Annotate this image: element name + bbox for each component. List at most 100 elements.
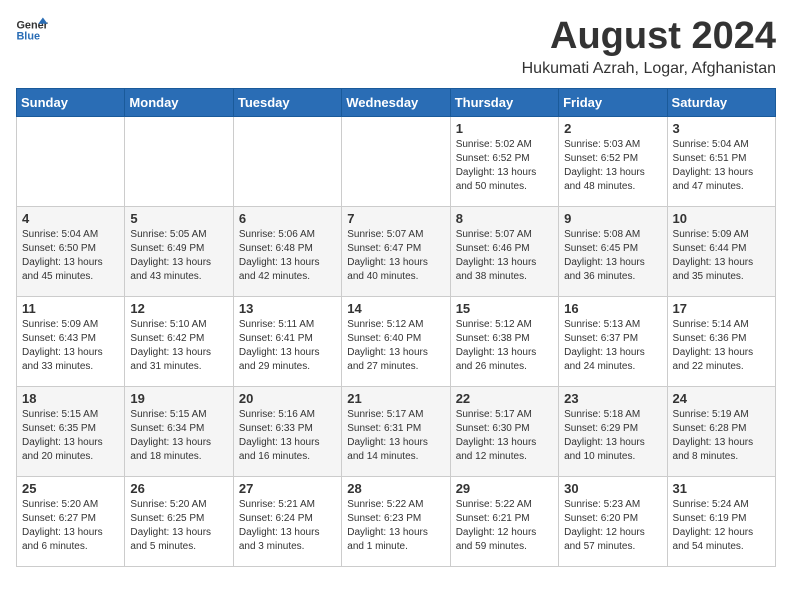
logo-icon: General Blue <box>16 16 48 44</box>
cell-info-text: Sunrise: 5:02 AMSunset: 6:52 PMDaylight:… <box>456 138 553 194</box>
cell-info-text: Sunrise: 5:08 AMSunset: 6:45 PMDaylight:… <box>564 228 661 284</box>
cell-day-number: 26 <box>130 481 227 496</box>
cell-day-number: 24 <box>673 391 770 406</box>
calendar-cell: 18 Sunrise: 5:15 AMSunset: 6:35 PMDayligh… <box>17 386 125 476</box>
cell-info-text: Sunrise: 5:06 AMSunset: 6:48 PMDaylight:… <box>239 228 336 284</box>
cell-info-text: Sunrise: 5:10 AMSunset: 6:42 PMDaylight:… <box>130 318 227 374</box>
cell-day-number: 7 <box>347 211 444 226</box>
calendar-cell: 24 Sunrise: 5:19 AMSunset: 6:28 PMDayligh… <box>667 386 775 476</box>
cell-day-number: 31 <box>673 481 770 496</box>
calendar-week-row: 4Sunrise: 5:04 AMSunset: 6:50 PMDaylight… <box>17 206 776 296</box>
calendar-cell: 27 Sunrise: 5:21 AMSunset: 6:24 PMDayligh… <box>233 476 341 566</box>
weekday-header-row: SundayMondayTuesdayWednesdayThursdayFrid… <box>17 88 776 116</box>
cell-day-number: 21 <box>347 391 444 406</box>
weekday-header-sunday: Sunday <box>17 88 125 116</box>
calendar-cell: 8 Sunrise: 5:07 AMSunset: 6:46 PMDaylight… <box>450 206 558 296</box>
cell-info-text: Sunrise: 5:18 AMSunset: 6:29 PMDaylight:… <box>564 408 661 464</box>
calendar-cell: 30 Sunrise: 5:23 AMSunset: 6:20 PMDayligh… <box>559 476 667 566</box>
cell-day-number: 3 <box>673 121 770 136</box>
cell-info-text: Sunrise: 5:13 AMSunset: 6:37 PMDaylight:… <box>564 318 661 374</box>
cell-info-text: Sunrise: 5:17 AMSunset: 6:31 PMDaylight:… <box>347 408 444 464</box>
cell-day-number: 23 <box>564 391 661 406</box>
cell-day-number: 6 <box>239 211 336 226</box>
weekday-header-monday: Monday <box>125 88 233 116</box>
cell-day-number: 14 <box>347 301 444 316</box>
cell-info-text: Sunrise: 5:19 AMSunset: 6:28 PMDaylight:… <box>673 408 770 464</box>
calendar-cell: 28 Sunrise: 5:22 AMSunset: 6:23 PMDayligh… <box>342 476 450 566</box>
cell-info-text: Sunrise: 5:15 AMSunset: 6:34 PMDaylight:… <box>130 408 227 464</box>
cell-info-text: Sunrise: 5:22 AMSunset: 6:23 PMDaylight:… <box>347 498 444 554</box>
cell-info-text: Sunrise: 5:12 AMSunset: 6:38 PMDaylight:… <box>456 318 553 374</box>
logo: General Blue <box>16 16 48 44</box>
calendar-cell: 5Sunrise: 5:05 AMSunset: 6:49 PMDaylight… <box>125 206 233 296</box>
weekday-header-friday: Friday <box>559 88 667 116</box>
calendar-cell: 17 Sunrise: 5:14 AMSunset: 6:36 PMDayligh… <box>667 296 775 386</box>
calendar-cell: 20Sunrise: 5:16 AMSunset: 6:33 PMDayligh… <box>233 386 341 476</box>
cell-info-text: Sunrise: 5:23 AMSunset: 6:20 PMDaylight:… <box>564 498 661 554</box>
cell-info-text: Sunrise: 5:20 AMSunset: 6:27 PMDaylight:… <box>22 498 119 554</box>
weekday-header-thursday: Thursday <box>450 88 558 116</box>
calendar-cell: 12Sunrise: 5:10 AMSunset: 6:42 PMDayligh… <box>125 296 233 386</box>
calendar-cell <box>233 116 341 206</box>
cell-day-number: 15 <box>456 301 553 316</box>
calendar-cell: 10 Sunrise: 5:09 AMSunset: 6:44 PMDayligh… <box>667 206 775 296</box>
calendar-cell: 1 Sunrise: 5:02 AMSunset: 6:52 PMDaylight… <box>450 116 558 206</box>
cell-day-number: 11 <box>22 301 119 316</box>
cell-day-number: 25 <box>22 481 119 496</box>
calendar-cell: 26 Sunrise: 5:20 AMSunset: 6:25 PMDayligh… <box>125 476 233 566</box>
weekday-header-saturday: Saturday <box>667 88 775 116</box>
calendar-cell: 6 Sunrise: 5:06 AMSunset: 6:48 PMDaylight… <box>233 206 341 296</box>
cell-day-number: 22 <box>456 391 553 406</box>
cell-info-text: Sunrise: 5:16 AMSunset: 6:33 PMDaylight:… <box>239 408 336 464</box>
cell-info-text: Sunrise: 5:15 AMSunset: 6:35 PMDaylight:… <box>22 408 119 464</box>
cell-info-text: Sunrise: 5:20 AMSunset: 6:25 PMDaylight:… <box>130 498 227 554</box>
calendar-week-row: 1 Sunrise: 5:02 AMSunset: 6:52 PMDaylight… <box>17 116 776 206</box>
calendar-week-row: 18 Sunrise: 5:15 AMSunset: 6:35 PMDayligh… <box>17 386 776 476</box>
calendar-cell: 7 Sunrise: 5:07 AMSunset: 6:47 PMDaylight… <box>342 206 450 296</box>
svg-text:Blue: Blue <box>16 30 40 42</box>
page-subtitle: Hukumati Azrah, Logar, Afghanistan <box>522 60 776 78</box>
calendar-cell: 3Sunrise: 5:04 AMSunset: 6:51 PMDaylight… <box>667 116 775 206</box>
cell-info-text: Sunrise: 5:09 AMSunset: 6:44 PMDaylight:… <box>673 228 770 284</box>
cell-info-text: Sunrise: 5:12 AMSunset: 6:40 PMDaylight:… <box>347 318 444 374</box>
cell-day-number: 28 <box>347 481 444 496</box>
cell-day-number: 17 <box>673 301 770 316</box>
calendar-cell <box>342 116 450 206</box>
cell-day-number: 27 <box>239 481 336 496</box>
cell-info-text: Sunrise: 5:09 AMSunset: 6:43 PMDaylight:… <box>22 318 119 374</box>
calendar-table: SundayMondayTuesdayWednesdayThursdayFrid… <box>16 88 776 567</box>
calendar-cell <box>17 116 125 206</box>
calendar-cell: 2 Sunrise: 5:03 AMSunset: 6:52 PMDaylight… <box>559 116 667 206</box>
calendar-cell <box>125 116 233 206</box>
cell-day-number: 19 <box>130 391 227 406</box>
calendar-cell: 9 Sunrise: 5:08 AMSunset: 6:45 PMDaylight… <box>559 206 667 296</box>
cell-info-text: Sunrise: 5:04 AMSunset: 6:50 PMDaylight:… <box>22 228 119 284</box>
calendar-cell: 11 Sunrise: 5:09 AMSunset: 6:43 PMDayligh… <box>17 296 125 386</box>
cell-info-text: Sunrise: 5:21 AMSunset: 6:24 PMDaylight:… <box>239 498 336 554</box>
calendar-cell: 16 Sunrise: 5:13 AMSunset: 6:37 PMDayligh… <box>559 296 667 386</box>
cell-day-number: 10 <box>673 211 770 226</box>
calendar-cell: 13Sunrise: 5:11 AMSunset: 6:41 PMDayligh… <box>233 296 341 386</box>
cell-day-number: 30 <box>564 481 661 496</box>
calendar-cell: 31 Sunrise: 5:24 AMSunset: 6:19 PMDayligh… <box>667 476 775 566</box>
calendar-week-row: 11 Sunrise: 5:09 AMSunset: 6:43 PMDayligh… <box>17 296 776 386</box>
cell-info-text: Sunrise: 5:07 AMSunset: 6:47 PMDaylight:… <box>347 228 444 284</box>
cell-day-number: 16 <box>564 301 661 316</box>
cell-info-text: Sunrise: 5:07 AMSunset: 6:46 PMDaylight:… <box>456 228 553 284</box>
page-title: August 2024 <box>522 16 776 58</box>
calendar-cell: 23 Sunrise: 5:18 AMSunset: 6:29 PMDayligh… <box>559 386 667 476</box>
cell-day-number: 29 <box>456 481 553 496</box>
cell-day-number: 9 <box>564 211 661 226</box>
calendar-cell: 14 Sunrise: 5:12 AMSunset: 6:40 PMDayligh… <box>342 296 450 386</box>
cell-day-number: 8 <box>456 211 553 226</box>
title-area: August 2024 Hukumati Azrah, Logar, Afgha… <box>522 16 776 78</box>
cell-day-number: 2 <box>564 121 661 136</box>
cell-info-text: Sunrise: 5:24 AMSunset: 6:19 PMDaylight:… <box>673 498 770 554</box>
weekday-header-wednesday: Wednesday <box>342 88 450 116</box>
cell-info-text: Sunrise: 5:14 AMSunset: 6:36 PMDaylight:… <box>673 318 770 374</box>
cell-day-number: 1 <box>456 121 553 136</box>
cell-info-text: Sunrise: 5:11 AMSunset: 6:41 PMDaylight:… <box>239 318 336 374</box>
cell-info-text: Sunrise: 5:03 AMSunset: 6:52 PMDaylight:… <box>564 138 661 194</box>
cell-day-number: 18 <box>22 391 119 406</box>
calendar-cell: 21 Sunrise: 5:17 AMSunset: 6:31 PMDayligh… <box>342 386 450 476</box>
